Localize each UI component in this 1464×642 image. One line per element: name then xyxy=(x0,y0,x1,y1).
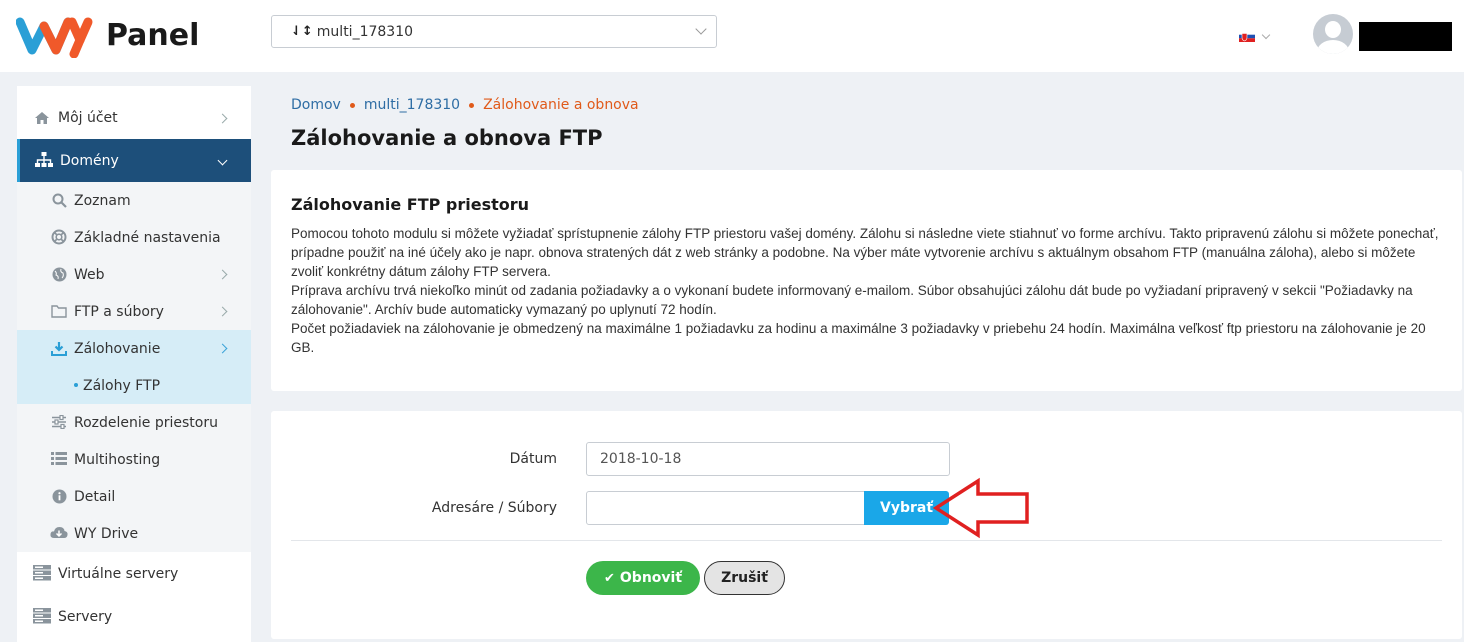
sidebar-item-list[interactable]: Zoznam xyxy=(17,182,251,219)
chevron-right-icon xyxy=(217,306,228,317)
breadcrumb-separator xyxy=(469,102,475,108)
dirs-files-label: Adresáre / Súbory xyxy=(431,500,557,516)
restore-button[interactable]: ✔ Obnoviť xyxy=(586,561,700,595)
wy-panel-logo[interactable]: Panel xyxy=(16,12,199,58)
date-field-value: 2018-10-18 xyxy=(600,451,682,467)
breadcrumb-current: Zálohovanie a obnova xyxy=(483,97,639,113)
breadcrumb-home-link[interactable]: Domov xyxy=(291,97,341,113)
annotation-arrow-icon xyxy=(932,477,1029,539)
page-title: Zálohovanie a obnova FTP xyxy=(291,126,603,150)
slovak-flag-icon[interactable] xyxy=(1239,31,1255,42)
dirs-files-field[interactable] xyxy=(586,491,865,525)
info-card-text: Pomocou tohoto modulu si môžete vyžiadať… xyxy=(291,224,1451,357)
sidebar-item-label: Zoznam xyxy=(74,192,131,209)
sidebar-item-label: Domény xyxy=(60,152,119,169)
logo-text: Panel xyxy=(106,17,200,53)
sliders-icon xyxy=(50,413,68,431)
sidebar-item-ftp-files[interactable]: FTP a súbory xyxy=(17,293,251,330)
sidebar-item-wy-drive[interactable]: WY Drive xyxy=(17,515,251,552)
user-avatar-icon[interactable] xyxy=(1313,14,1353,54)
sort-numeric-down-icon: ⇃↕ xyxy=(291,24,313,39)
sidebar-item-servers[interactable]: Servery xyxy=(17,595,251,638)
sidebar-item-label: Môj účet xyxy=(58,110,118,126)
breadcrumb-separator xyxy=(349,102,355,108)
check-icon: ✔ xyxy=(603,570,615,586)
sidebar-item-virtual-servers[interactable]: Virtuálne servery xyxy=(17,552,251,595)
server-icon xyxy=(33,564,51,582)
username-redacted[interactable] xyxy=(1359,22,1452,51)
chevron-down-icon xyxy=(217,155,228,166)
info-paragraph: Počet požiadaviek na zálohovanie je obme… xyxy=(291,321,1426,355)
sidebar-item-label: WY Drive xyxy=(74,525,139,542)
form-divider xyxy=(291,540,1442,541)
breadcrumb: Domov multi_178310 Zálohovanie a obnova xyxy=(291,97,639,113)
sidebar-item-label: Základné nastavenia xyxy=(74,229,221,246)
top-bar: Panel ⇃↕ multi_178310 xyxy=(0,0,1464,72)
list-icon xyxy=(50,450,68,468)
breadcrumb-domain-link[interactable]: multi_178310 xyxy=(364,97,460,113)
sidebar-item-my-account[interactable]: Môj účet xyxy=(17,96,251,140)
sidebar-item-basic-settings[interactable]: Základné nastavenia xyxy=(17,219,251,256)
bullet-icon xyxy=(74,383,78,387)
sidebar-item-ftp-backups[interactable]: Zálohy FTP xyxy=(17,367,251,404)
language-chevron-icon[interactable] xyxy=(1261,30,1271,40)
globe-icon xyxy=(50,265,68,283)
sidebar-item-backup[interactable]: Zálohovanie xyxy=(17,330,251,367)
sidebar-item-multihosting[interactable]: Multihosting xyxy=(17,441,251,478)
folder-icon xyxy=(50,302,68,320)
sidebar: Môj účet Domény Zoznam Základné nastaven… xyxy=(17,86,251,642)
download-icon xyxy=(50,339,68,357)
info-paragraph: Príprava archívu trvá niekoľko minút od … xyxy=(291,283,1413,317)
sidebar-item-label: Servery xyxy=(58,608,113,625)
sidebar-item-label: FTP a súbory xyxy=(74,303,164,320)
cloud-download-icon xyxy=(50,524,68,542)
sidebar-item-label: Detail xyxy=(74,488,116,505)
sidebar-item-label: Zálohovanie xyxy=(74,340,161,357)
date-field[interactable]: 2018-10-18 xyxy=(586,442,950,476)
sitemap-icon xyxy=(35,151,53,169)
info-card-title: Zálohovanie FTP priestoru xyxy=(291,195,530,214)
chevron-right-icon xyxy=(217,269,228,280)
sidebar-item-label: Multihosting xyxy=(74,451,161,468)
sidebar-item-detail[interactable]: Detail xyxy=(17,478,251,515)
sidebar-item-label: Virtuálne servery xyxy=(58,565,179,582)
domain-select-value: multi_178310 xyxy=(316,23,414,40)
chevron-right-icon xyxy=(217,113,228,123)
sidebar-item-label: Zálohy FTP xyxy=(83,377,161,394)
life-ring-icon xyxy=(50,228,68,246)
domain-select[interactable]: ⇃↕ multi_178310 xyxy=(271,15,717,48)
sidebar-item-label: Rozdelenie priestoru xyxy=(74,414,218,431)
date-label: Dátum xyxy=(509,451,557,467)
server-icon xyxy=(33,607,51,625)
sidebar-item-web[interactable]: Web xyxy=(17,256,251,293)
chevron-down-icon xyxy=(695,23,707,35)
chevron-right-icon xyxy=(217,343,228,354)
wy-logo-icon xyxy=(16,17,93,58)
sidebar-item-label: Web xyxy=(74,266,105,283)
info-card: Zálohovanie FTP priestoru Pomocou tohoto… xyxy=(271,170,1462,391)
info-circle-icon xyxy=(50,487,68,505)
restore-button-label: Obnoviť xyxy=(619,570,683,586)
search-icon xyxy=(50,191,68,209)
sidebar-item-space-split[interactable]: Rozdelenie priestoru xyxy=(17,404,251,441)
home-icon xyxy=(33,109,51,127)
sidebar-item-domains[interactable]: Domény xyxy=(17,139,251,182)
info-paragraph: Pomocou tohoto modulu si môžete vyžiadať… xyxy=(291,226,1439,279)
cancel-button[interactable]: Zrušiť xyxy=(704,561,785,595)
